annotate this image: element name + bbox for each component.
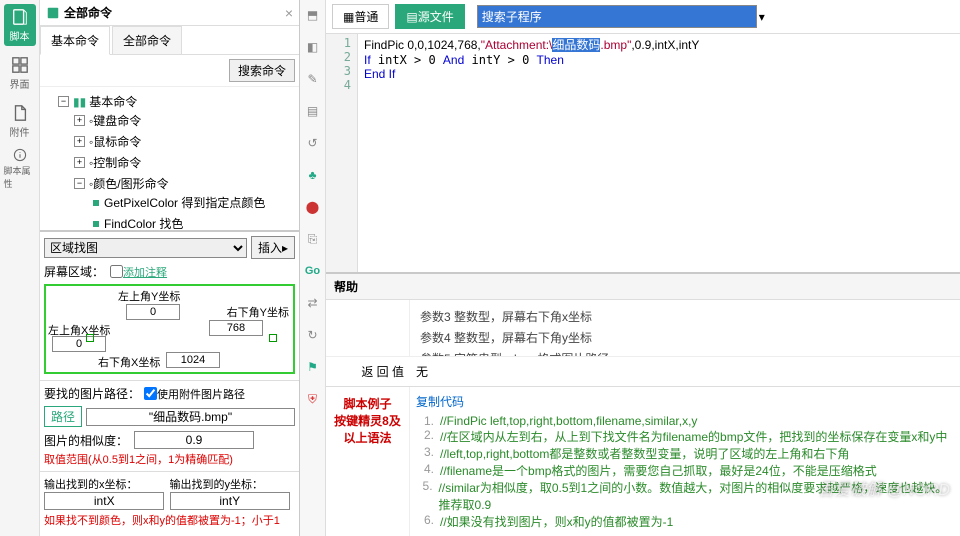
outy-input[interactable] (170, 492, 290, 510)
tl-x-input[interactable] (52, 336, 106, 352)
tl-y-input[interactable] (126, 304, 180, 320)
main-area: ▦ 普通 ▤ 源文件 搜索子程序 ▾ 1234 FindPic 0,0,1024… (326, 0, 960, 536)
tree-findcolor[interactable]: FindColor 找色 (90, 215, 297, 230)
strip-icon-5[interactable]: ↺ (304, 134, 322, 152)
code-editor[interactable]: 1234 FindPic 0,0,1024,768,"Attachment:\细… (326, 34, 960, 272)
strip-icon-6[interactable]: ♣ (304, 166, 322, 184)
strip-icon-3[interactable]: ✎ (304, 70, 322, 88)
strip-icon-8[interactable]: ⎘ (304, 230, 322, 248)
screen-label: 屏幕区域： (44, 263, 104, 280)
example-section: 脚本例子按键精灵8及以上语法 复制代码 1.//FindPic left,top… (326, 386, 960, 536)
sim-input[interactable] (134, 431, 254, 449)
chevron-down-icon[interactable]: ▾ (759, 10, 765, 24)
command-panel: 全部命令 × 基本命令 全部命令 搜索命令 −▮▮基本命令 +◦ 键盘命令 +◦… (40, 0, 300, 536)
br-x-input[interactable] (166, 352, 220, 368)
coord-box: 左上角Y坐标 左上角X坐标 右下角Y坐标 右下角X坐标 (44, 284, 295, 374)
script-icon (11, 8, 29, 26)
help-header: 帮助 (326, 274, 960, 300)
panel-tabs: 基本命令 全部命令 (40, 26, 299, 55)
tab-all[interactable]: 全部命令 (112, 26, 182, 54)
fail-note: 如果找不到颜色，则x和y的值都被置为-1；小于1 (44, 512, 295, 528)
strip-icon-13[interactable]: ⛨ (304, 390, 322, 408)
tl-y-label: 左上角Y坐标 (118, 288, 180, 304)
tree-mouse[interactable]: +◦ 鼠标命令 (74, 133, 297, 150)
sub-search-combo[interactable]: 搜索子程序 (477, 5, 757, 28)
rail-ui[interactable]: 界面 (4, 52, 36, 94)
tab-normal[interactable]: ▦ 普通 (332, 4, 389, 29)
panel-title: 全部命令 (64, 4, 285, 21)
outx-label: 输出找到的x坐标： (44, 476, 170, 492)
strip-icon-11[interactable]: ↻ (304, 326, 322, 344)
props-panel: 区域找图 插入▸ 屏幕区域： 添加注释 左上角Y坐标 左上角X坐标 右下角Y坐标… (40, 230, 299, 536)
info-icon (11, 148, 29, 162)
rail-props[interactable]: 脚本属性 (4, 148, 36, 190)
tree-control[interactable]: +◦ 控制命令 (74, 154, 297, 171)
insert-button[interactable]: 插入▸ (251, 236, 295, 259)
br-x-label: 右下角X坐标 (98, 354, 160, 370)
strip-icon-go[interactable]: Go (304, 262, 322, 280)
add-annotation-link[interactable]: 添加注释 (123, 264, 167, 280)
strip-icon-4[interactable]: ▤ (304, 102, 322, 120)
help-pane: 帮助 参数3 整数型，屏幕右下角x坐标 参数4 整数型，屏幕右下角y坐标 参数5… (326, 272, 960, 536)
param-3: 参数3 整数型，屏幕右下角x坐标 (420, 308, 950, 325)
use-attach-label: 使用附件图片路径 (157, 386, 245, 402)
return-value: 无 (410, 357, 960, 386)
tab-source[interactable]: ▤ 源文件 (395, 4, 464, 29)
annotation-checkbox[interactable] (110, 265, 123, 278)
br-y-input[interactable] (209, 320, 263, 336)
grid-icon (11, 56, 29, 74)
example-code: 复制代码 1.//FindPic left,top,right,bottom,f… (410, 387, 960, 536)
tree-root[interactable]: −▮▮基本命令 (58, 93, 297, 110)
param-4: 参数4 整数型，屏幕右下角y坐标 (420, 329, 950, 346)
mode-select[interactable]: 区域找图 (44, 238, 247, 258)
top-tabs: ▦ 普通 ▤ 源文件 搜索子程序 ▾ (326, 0, 960, 34)
tree-keyboard[interactable]: +◦ 键盘命令 (74, 112, 297, 129)
help-params: 参数3 整数型，屏幕右下角x坐标 参数4 整数型，屏幕右下角y坐标 参数5 字符… (410, 300, 960, 356)
help-left-spacer (326, 300, 410, 356)
copy-code-link[interactable]: 复制代码 (416, 393, 954, 410)
search-button[interactable]: 搜索命令 (229, 59, 295, 82)
sim-note: 取值范围(从0.5到1之间，1为精确匹配) (44, 451, 295, 467)
return-label: 返 回 值 (326, 357, 410, 386)
sim-label: 图片的相似度： (44, 432, 128, 449)
rail-attach[interactable]: 附件 (4, 100, 36, 142)
command-tree: −▮▮基本命令 +◦ 键盘命令 +◦ 鼠标命令 +◦ 控制命令 −◦ 颜色/图形… (40, 87, 299, 230)
outy-label: 输出找到的y坐标： (170, 476, 296, 492)
panel-header: 全部命令 × (40, 0, 299, 26)
return-row: 返 回 值 无 (326, 356, 960, 386)
strip-icon-12[interactable]: ⚑ (304, 358, 322, 376)
strip-icon-1[interactable]: ⬒ (304, 6, 322, 24)
search-row: 搜索命令 (40, 55, 299, 87)
outx-input[interactable] (44, 492, 164, 510)
rail-script[interactable]: 脚本 (4, 4, 36, 46)
strip-icon-7[interactable]: ⬤ (304, 198, 322, 216)
panel-icon (46, 6, 60, 20)
left-rail: 脚本 界面 附件 脚本属性 (0, 0, 40, 536)
strip-icon-10[interactable]: ⇄ (304, 294, 322, 312)
tool-strip: ⬒ ◧ ✎ ▤ ↺ ♣ ⬤ ⎘ Go ⇄ ↻ ⚑ ⛨ (300, 0, 326, 536)
line-gutter: 1234 (326, 34, 358, 272)
code-content[interactable]: FindPic 0,0,1024,768,"Attachment:\细品数码.b… (358, 34, 960, 272)
br-y-label: 右下角Y坐标 (227, 304, 289, 320)
tab-basic[interactable]: 基本命令 (40, 26, 110, 55)
path-button[interactable]: 路径 (44, 406, 82, 427)
use-attach-checkbox[interactable] (144, 387, 157, 400)
tree-getpixel[interactable]: GetPixelColor 得到指定点颜色 (90, 194, 297, 211)
path-input[interactable] (86, 408, 295, 426)
img-path-label: 要找的图片路径： (44, 385, 140, 402)
example-label: 脚本例子按键精灵8及以上语法 (326, 387, 410, 536)
attachment-icon (11, 104, 29, 122)
close-icon[interactable]: × (285, 5, 293, 21)
strip-icon-2[interactable]: ◧ (304, 38, 322, 56)
tree-color[interactable]: −◦ 颜色/图形命令 (74, 175, 297, 192)
